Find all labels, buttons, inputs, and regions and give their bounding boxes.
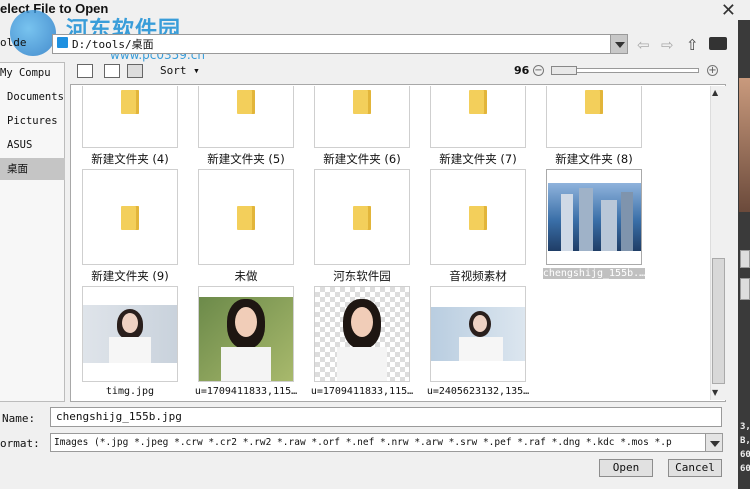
file-label[interactable]: timg.jpg	[72, 386, 188, 397]
file-label[interactable]: 新建文件夹 (6)	[304, 151, 420, 167]
chevron-down-icon: ▾	[193, 64, 200, 77]
file-label[interactable]: 音视频素材	[420, 268, 536, 284]
portrait-face	[235, 307, 257, 337]
image-thumbnail-selected[interactable]	[546, 169, 642, 265]
portrait-face	[122, 313, 138, 333]
folder-thumbnail[interactable]	[430, 86, 526, 148]
image-thumbnail[interactable]	[198, 286, 294, 382]
back-arrow-icon[interactable]: ⇦	[637, 36, 650, 54]
image-thumbnail[interactable]	[430, 286, 526, 382]
scroll-up-icon[interactable]: ▲	[712, 88, 718, 97]
name-label: Name:	[2, 412, 36, 425]
file-label[interactable]: 新建文件夹 (8)	[536, 151, 652, 167]
folder-thumbnail[interactable]	[82, 169, 178, 265]
sidebar-item-desktop[interactable]: 桌面	[0, 158, 65, 180]
list-view-icon[interactable]	[77, 64, 93, 78]
folder-thumbnail[interactable]	[314, 86, 410, 148]
thumbnail-view-icon[interactable]	[127, 64, 143, 78]
watermark-logo-icon	[10, 10, 56, 56]
background-control	[740, 278, 750, 300]
new-folder-icon[interactable]	[709, 37, 727, 50]
open-button[interactable]: Open	[599, 459, 653, 477]
portrait-shirt	[459, 337, 503, 361]
zoom-in-icon[interactable]: +	[707, 65, 718, 76]
portrait-shirt	[109, 337, 151, 363]
building-shape	[601, 200, 617, 251]
format-dropdown-button[interactable]	[705, 433, 723, 452]
folder-label: olde	[0, 36, 27, 49]
portrait-shirt	[337, 347, 387, 381]
folder-icon	[121, 90, 139, 114]
path-value: D:/tools/桌面	[72, 38, 154, 51]
image-thumbnail[interactable]	[82, 286, 178, 382]
portrait-face	[351, 307, 373, 337]
folder-icon	[237, 90, 255, 114]
folder-thumbnail[interactable]	[198, 86, 294, 148]
scrollbar-thumb[interactable]	[712, 258, 725, 384]
folder-icon	[585, 90, 603, 114]
file-label[interactable]: 新建文件夹 (9)	[72, 268, 188, 284]
file-label[interactable]: u=1709411833,115…	[304, 386, 420, 397]
scroll-down-icon[interactable]: ▼	[712, 388, 718, 397]
folder-thumbnail[interactable]	[198, 169, 294, 265]
detail-view-icon[interactable]	[104, 64, 120, 78]
folder-thumbnail[interactable]	[430, 169, 526, 265]
folder-thumbnail[interactable]	[314, 169, 410, 265]
image-thumbnail[interactable]	[314, 286, 410, 382]
zoom-value: 96	[514, 64, 530, 77]
file-label[interactable]: 河东软件园	[304, 268, 420, 284]
file-label[interactable]: 未做	[188, 268, 304, 284]
forward-arrow-icon[interactable]: ⇨	[661, 36, 674, 54]
folder-thumbnail[interactable]	[82, 86, 178, 148]
building-shape	[561, 194, 573, 251]
close-icon[interactable]: ✕	[721, 0, 736, 21]
background-text: 60	[740, 464, 750, 474]
folder-icon	[57, 37, 68, 48]
background-text: B,	[740, 436, 750, 446]
building-shape	[621, 192, 633, 251]
file-label[interactable]: 新建文件夹 (7)	[420, 151, 536, 167]
folder-icon	[237, 206, 255, 230]
sort-label: Sort	[160, 64, 187, 77]
background-text: 3,	[740, 422, 750, 432]
sidebar-item-pictures[interactable]: Pictures	[7, 110, 71, 132]
building-shape	[579, 188, 593, 251]
file-label[interactable]: u=1709411833,115…	[188, 386, 304, 397]
folder-icon	[121, 206, 139, 230]
portrait-face	[473, 315, 487, 332]
folder-icon	[353, 90, 371, 114]
format-label: ormat:	[0, 437, 40, 450]
background-image-fragment	[739, 78, 750, 212]
zoom-out-icon[interactable]: −	[533, 65, 544, 76]
zoom-slider-handle[interactable]	[551, 66, 577, 75]
sidebar-item-documents[interactable]: Documents	[7, 86, 71, 108]
file-label[interactable]: u=2405623132,135…	[420, 386, 536, 397]
sidebar-item-my-computer[interactable]: My Compu	[0, 62, 64, 84]
file-label[interactable]: 新建文件夹 (5)	[188, 151, 304, 167]
folder-icon	[469, 206, 487, 230]
file-label-text: chengshijg_155b.…	[542, 268, 646, 279]
path-dropdown-button[interactable]	[610, 34, 628, 54]
format-value: Images (*.jpg *.jpeg *.crw *.cr2 *.rw2 *…	[54, 437, 672, 448]
up-arrow-icon[interactable]: ⇧	[686, 36, 699, 54]
folder-icon	[469, 90, 487, 114]
file-label[interactable]: 新建文件夹 (4)	[72, 151, 188, 167]
folder-thumbnail[interactable]	[546, 86, 642, 148]
cancel-button[interactable]: Cancel	[668, 459, 722, 477]
background-control	[740, 250, 750, 268]
portrait-shirt	[221, 347, 271, 381]
sidebar-item-asus[interactable]: ASUS	[7, 134, 71, 156]
folder-icon	[353, 206, 371, 230]
background-text: 60	[740, 450, 750, 460]
file-label-selected[interactable]: chengshijg_155b.…	[536, 268, 652, 279]
file-name-value: chengshijg_155b.jpg	[56, 410, 182, 423]
sort-menu[interactable]: Sort ▾	[160, 64, 200, 77]
